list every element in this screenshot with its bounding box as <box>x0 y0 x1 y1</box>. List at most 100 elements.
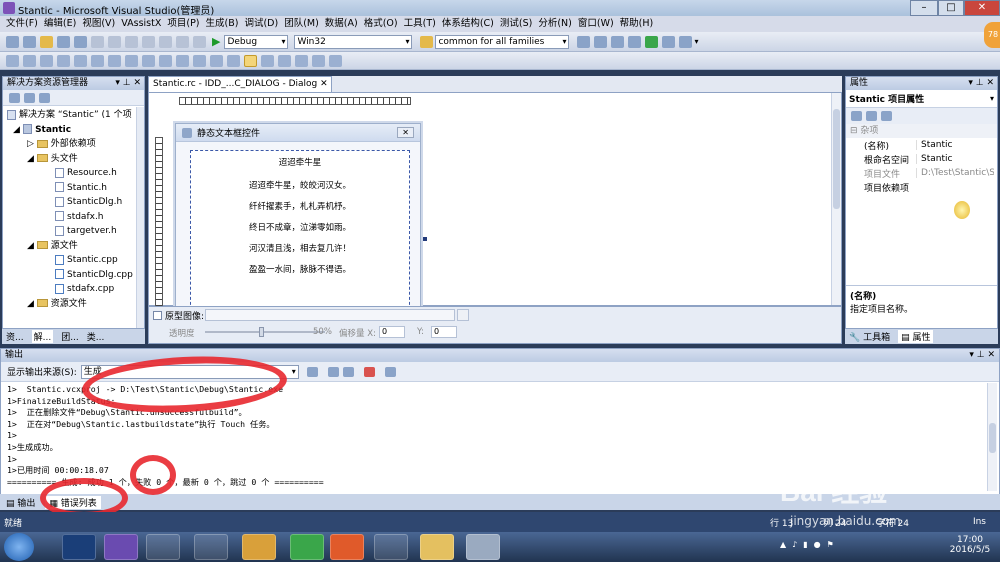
property-row[interactable]: 项目依赖项 <box>846 180 997 194</box>
copy-icon[interactable] <box>108 35 121 48</box>
close-button[interactable]: ✕ <box>964 0 1000 16</box>
solution-platform-select[interactable]: Win32 <box>294 34 413 49</box>
menu-help[interactable]: 帮助(H) <box>620 16 654 32</box>
property-row[interactable]: (名称) Stantic <box>846 138 997 152</box>
open-file-icon[interactable] <box>40 35 53 48</box>
dialog-close-icon[interactable]: ✕ <box>397 127 414 138</box>
menu-view[interactable]: 视图(V) <box>82 16 115 32</box>
tab-solution-explorer[interactable]: 解... <box>31 330 54 343</box>
toolbox-icon[interactable] <box>628 35 642 48</box>
menu-test[interactable]: 测试(S) <box>500 16 532 32</box>
space-down-icon[interactable] <box>142 54 155 67</box>
dialog-preview[interactable]: 静态文本框控件 ✕ 迢迢牵牛星 迢迢牵牛星，皎皎河汉女。 纤纤擢素手，札札弄机杼… <box>175 123 421 310</box>
test-dialog-icon[interactable] <box>6 54 19 67</box>
category-row[interactable]: ⊟ 杂项 <box>846 124 997 138</box>
properties-icon[interactable] <box>9 92 20 103</box>
menu-analyze[interactable]: 分析(N) <box>538 16 572 32</box>
menu-build[interactable]: 生成(B) <box>206 16 239 32</box>
menu-architecture[interactable]: 体系结构(C) <box>442 16 494 32</box>
clear-all-icon[interactable] <box>363 366 375 377</box>
menu-team[interactable]: 团队(M) <box>284 16 319 32</box>
taskbar-browser-icon[interactable] <box>290 534 324 560</box>
tab-class-view[interactable]: 类... <box>87 330 105 343</box>
minimize-button[interactable]: – <box>910 0 938 16</box>
outdent-icon[interactable] <box>312 54 325 67</box>
object-browser-icon[interactable] <box>611 35 625 48</box>
pin-icon[interactable]: ▾ ⊥ ✕ <box>968 77 997 90</box>
categorized-icon[interactable] <box>851 111 862 121</box>
paste-icon[interactable] <box>125 35 138 48</box>
toolbar-overflow-icon[interactable]: ▾ <box>694 37 698 46</box>
chevron-down-icon[interactable]: ▾ <box>990 94 994 103</box>
tree-item-header-files[interactable]: ◢ 头文件 <box>3 152 144 167</box>
maximize-button[interactable]: □ <box>938 0 964 16</box>
select-mode-icon[interactable] <box>244 54 257 67</box>
tray-flag-icon[interactable]: ⚑ <box>827 540 834 549</box>
tree-item-file[interactable]: targetver.h <box>3 224 144 239</box>
word-wrap-icon[interactable] <box>384 366 396 377</box>
tray-security-icon[interactable]: ● <box>814 540 821 549</box>
alphabetical-icon[interactable] <box>866 111 877 121</box>
add-item-icon[interactable] <box>23 35 36 48</box>
tree-item-solution[interactable]: 解决方案 “Stantic” (1 个项 <box>3 108 144 123</box>
resize-handle[interactable] <box>423 237 427 241</box>
notification-badge[interactable]: 78 <box>984 22 1000 48</box>
next-message-icon[interactable] <box>342 366 354 377</box>
slider-thumb[interactable] <box>259 327 264 337</box>
comment-icon[interactable] <box>278 54 291 67</box>
tray-volume-icon[interactable]: ♪ <box>792 540 797 549</box>
static-text-control[interactable]: 迢迢牵牛星 迢迢牵牛星，皎皎河汉女。 纤纤擢素手，札札弄机杼。 终日不成章，泣涕… <box>190 150 410 310</box>
properties-object-select[interactable]: Stantic 项目属性 ▾ <box>846 90 997 108</box>
tree-item-file[interactable]: stdafx.cpp <box>3 282 144 297</box>
menu-debug[interactable]: 调试(D) <box>244 16 278 32</box>
find-combo[interactable]: common for all families <box>435 34 570 49</box>
solution-configuration-select[interactable]: Debug <box>224 34 289 49</box>
pin-icon[interactable]: ▾ ⊥ ✕ <box>115 77 144 90</box>
cut-icon[interactable] <box>91 35 104 48</box>
align-top-icon[interactable] <box>57 54 70 67</box>
indent-icon[interactable] <box>329 54 342 67</box>
tree-item-file[interactable]: Resource.h <box>3 166 144 181</box>
property-row[interactable]: 项目文件D:\Test\Stantic\Sta <box>846 166 997 180</box>
go-to-line-icon[interactable] <box>306 366 318 377</box>
undo-icon[interactable] <box>142 35 155 48</box>
center-vertical-icon[interactable] <box>91 54 104 67</box>
start-page-icon[interactable] <box>645 35 659 48</box>
toggle-guides-icon[interactable] <box>227 54 240 67</box>
taskbar-explorer-icon[interactable] <box>420 534 454 560</box>
menu-tools[interactable]: 工具(T) <box>404 16 436 32</box>
navigate-forward-icon[interactable] <box>193 35 206 48</box>
tree-item-source-files[interactable]: ◢ 源文件 <box>3 239 144 254</box>
tree-scrollbar[interactable] <box>136 107 144 329</box>
taskbar-cloud-icon[interactable] <box>194 534 228 560</box>
taskbar-photoshop-icon[interactable] <box>62 534 96 560</box>
properties-window-icon[interactable] <box>594 35 608 48</box>
tab-team-explorer[interactable]: 团... <box>61 330 79 343</box>
redo-icon[interactable] <box>159 35 172 48</box>
tree-item-external-deps[interactable]: ▷ 外部依赖项 <box>3 137 144 152</box>
tab-close-icon[interactable]: ✕ <box>320 79 328 89</box>
make-same-width-icon[interactable] <box>159 54 172 67</box>
editor-tab[interactable]: Stantic.rc - IDD_...C_DIALOG - Dialog ✕ <box>148 76 332 92</box>
navigate-back-icon[interactable] <box>176 35 189 48</box>
taskbar-visual-studio-icon[interactable] <box>104 534 138 560</box>
menu-file[interactable]: 文件(F) <box>6 16 38 32</box>
offset-y-input[interactable]: 0 <box>431 326 457 338</box>
start-button[interactable] <box>4 533 34 561</box>
view-class-diagram-icon[interactable] <box>39 92 50 103</box>
solution-explorer-icon[interactable] <box>577 35 591 48</box>
property-pages-icon[interactable] <box>881 111 892 121</box>
toggle-grid-icon[interactable] <box>210 54 223 67</box>
tab-resource-view[interactable]: 资... <box>6 330 24 343</box>
proto-image-checkbox[interactable] <box>153 311 162 320</box>
tree-item-file[interactable]: StanticDlg.cpp <box>3 268 144 283</box>
taskbar-calculator-icon[interactable] <box>466 534 500 560</box>
transparency-slider[interactable] <box>205 327 325 337</box>
tray-network-icon[interactable]: ▮ <box>803 540 807 549</box>
tree-item-project[interactable]: ◢ Stantic <box>3 123 144 138</box>
taskbar-app-icon[interactable] <box>146 534 180 560</box>
clock[interactable]: 17:00 2016/5/5 <box>944 535 996 555</box>
menu-window[interactable]: 窗口(W) <box>578 16 614 32</box>
save-icon[interactable] <box>57 35 70 48</box>
proto-image-path[interactable] <box>205 309 455 321</box>
